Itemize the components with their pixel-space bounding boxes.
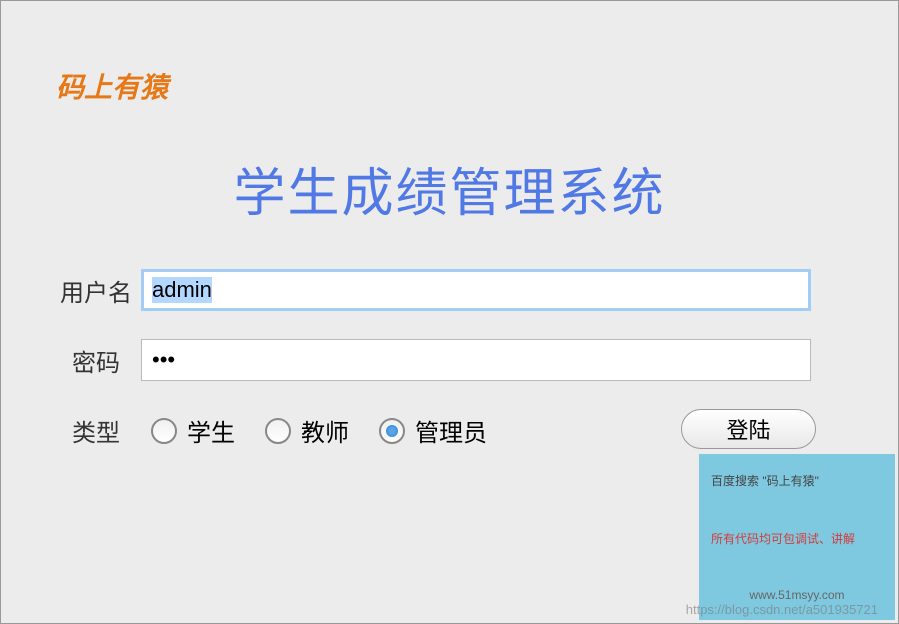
username-row: 用户名	[51, 269, 811, 311]
radio-item-student[interactable]: 学生	[151, 413, 235, 448]
username-input[interactable]	[141, 269, 811, 311]
watermark-text: https://blog.csdn.net/a501935721	[686, 602, 878, 617]
radio-circle-icon[interactable]	[379, 418, 405, 444]
radio-label-teacher: 教师	[301, 413, 349, 448]
username-label: 用户名	[51, 273, 141, 308]
radio-label-admin: 管理员	[415, 413, 487, 448]
brand-logo-text: 码上有猿	[56, 66, 168, 106]
page-title: 学生成绩管理系统	[1, 151, 898, 226]
type-label: 类型	[51, 413, 141, 448]
radio-circle-icon[interactable]	[151, 418, 177, 444]
radio-group: 学生 教师 管理员	[151, 413, 487, 448]
info-box: 百度搜索 "码上有猿" 所有代码均可包调试、讲解 www.51msyy.com	[699, 454, 895, 620]
password-label: 密码	[51, 343, 141, 378]
password-row: 密码	[51, 339, 811, 381]
info-line-1: 百度搜索 "码上有猿"	[711, 472, 883, 489]
radio-circle-icon[interactable]	[265, 418, 291, 444]
info-line-3: www.51msyy.com	[711, 588, 883, 602]
type-row: 类型 学生 教师 管理员	[51, 413, 487, 448]
radio-item-admin[interactable]: 管理员	[379, 413, 487, 448]
login-button[interactable]: 登陆	[681, 409, 816, 449]
radio-item-teacher[interactable]: 教师	[265, 413, 349, 448]
info-line-2: 所有代码均可包调试、讲解	[711, 530, 883, 547]
password-input[interactable]	[141, 339, 811, 381]
radio-label-student: 学生	[187, 413, 235, 448]
